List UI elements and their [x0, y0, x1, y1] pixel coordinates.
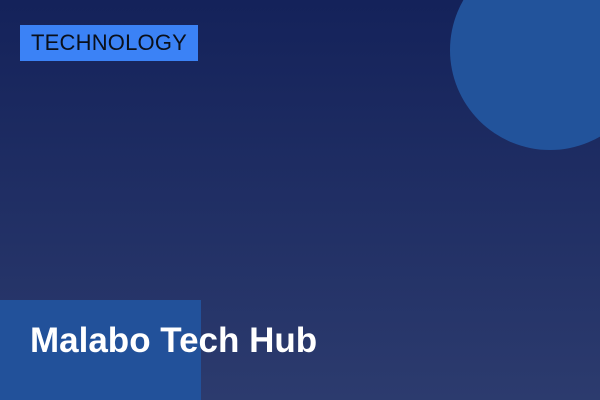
- hero-card: TECHNOLOGY Malabo Tech Hub: [0, 0, 600, 400]
- hero-title: Malabo Tech Hub: [30, 321, 318, 360]
- category-badge: TECHNOLOGY: [20, 25, 199, 61]
- decorative-circle: [450, 0, 600, 150]
